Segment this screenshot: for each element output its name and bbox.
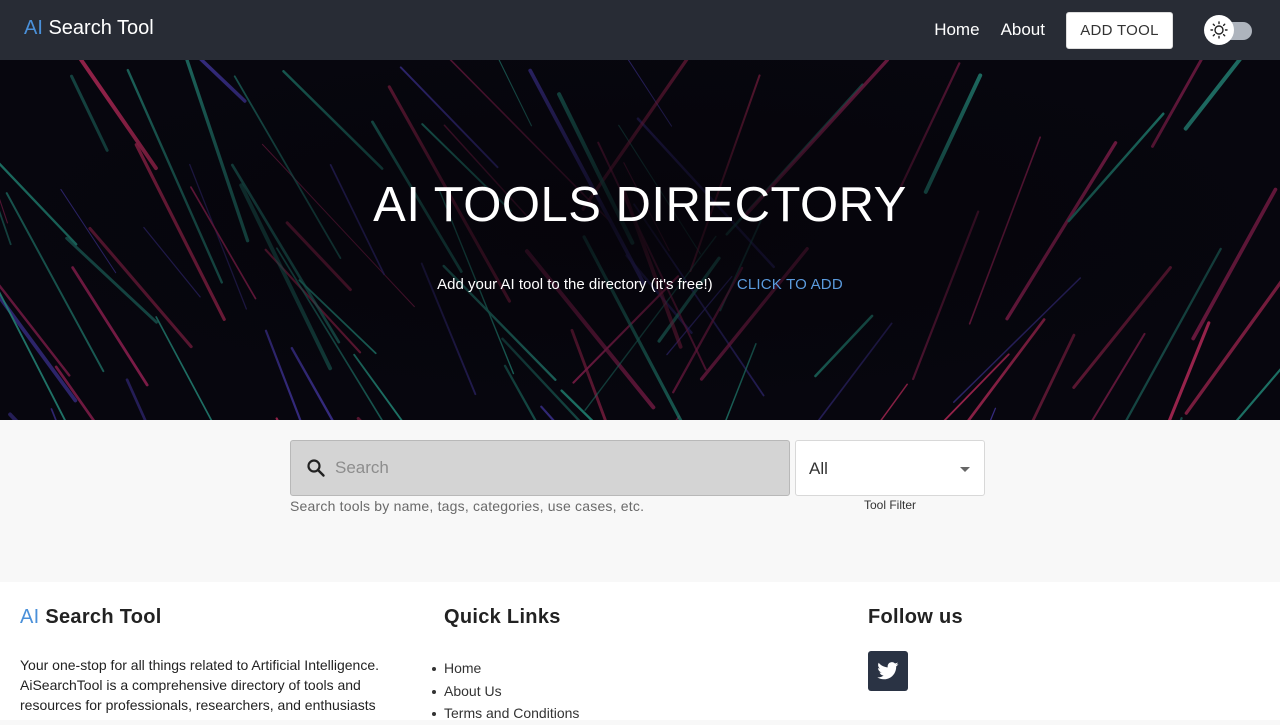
search-section: Search tools by name, tags, categories, …: [0, 420, 1280, 582]
navbar: AI Search Tool Home About ADD TOOL: [0, 0, 1280, 60]
sun-icon: [1210, 21, 1228, 39]
search-box[interactable]: [290, 440, 790, 496]
footer: AI Search Tool Your one-stop for all thi…: [0, 582, 1280, 721]
nav-link-about[interactable]: About: [1001, 20, 1045, 40]
footer-brand: AI Search Tool: [20, 606, 400, 629]
nav-links: Home About ADD TOOL: [934, 0, 1280, 60]
brand-prefix: AI: [24, 17, 43, 39]
tool-filter-select[interactable]: All: [795, 440, 985, 496]
footer-brand-suffix: Search Tool: [39, 606, 162, 628]
footer-follow: Follow us: [868, 606, 963, 691]
quick-links-title: Quick Links: [444, 606, 561, 628]
hero-title: AI TOOLS DIRECTORY: [373, 178, 907, 232]
search-icon: [307, 459, 325, 477]
search-helper-text: Search tools by name, tags, categories, …: [290, 498, 645, 514]
brand-suffix: Search Tool: [42, 17, 154, 39]
twitter-button[interactable]: [868, 651, 908, 691]
theme-toggle[interactable]: [1204, 15, 1252, 45]
list-item: Terms and Conditions: [431, 702, 579, 725]
toggle-knob: [1204, 15, 1234, 45]
footer-brand-prefix: AI: [20, 606, 40, 628]
footer-link-terms[interactable]: Terms and Conditions: [444, 705, 579, 721]
hero-banner: AI TOOLS DIRECTORY Add your AI tool to t…: [0, 60, 1280, 420]
list-item: Home: [431, 657, 579, 680]
hero-background-image: [0, 60, 1280, 420]
quick-links-list: Home About Us Terms and Conditions: [431, 657, 579, 725]
list-item: About Us: [431, 680, 579, 703]
chevron-down-icon: [960, 467, 970, 472]
add-tool-button[interactable]: ADD TOOL: [1066, 11, 1173, 49]
hero-subtitle: Add your AI tool to the directory (it's …: [437, 276, 713, 293]
brand-logo[interactable]: AI Search Tool: [24, 17, 154, 40]
footer-about: AI Search Tool Your one-stop for all thi…: [20, 606, 400, 715]
footer-link-about-us[interactable]: About Us: [444, 683, 502, 699]
footer-description: Your one-stop for all things related to …: [20, 657, 380, 713]
nav-link-home[interactable]: Home: [934, 20, 979, 40]
tool-filter-value: All: [809, 459, 828, 478]
tool-filter-label: Tool Filter: [863, 498, 916, 512]
hero-subtitle-row: Add your AI tool to the directory (it's …: [0, 276, 1280, 293]
twitter-icon: [877, 662, 899, 680]
click-to-add-link[interactable]: CLICK TO ADD: [737, 276, 843, 293]
footer-quick-links: Quick Links Home About Us Terms and Cond…: [431, 606, 579, 725]
search-input[interactable]: [335, 441, 775, 495]
footer-link-home[interactable]: Home: [444, 660, 481, 676]
follow-us-title: Follow us: [868, 606, 963, 628]
